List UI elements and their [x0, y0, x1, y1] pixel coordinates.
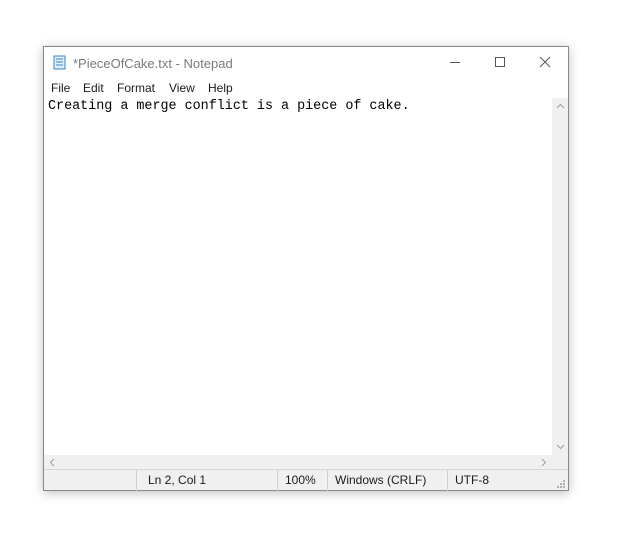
chevron-up-icon: [556, 103, 564, 109]
minimize-button[interactable]: [432, 47, 477, 77]
status-bar: Ln 2, Col 1 100% Windows (CRLF) UTF-8: [44, 469, 568, 491]
maximize-icon: [494, 57, 505, 67]
scroll-left-button[interactable]: [47, 457, 57, 467]
text-editor[interactable]: Creating a merge conflict is a piece of …: [44, 98, 552, 455]
chevron-left-icon: [49, 458, 55, 466]
menu-view[interactable]: View: [169, 81, 195, 95]
horizontal-scrollbar[interactable]: [44, 455, 552, 469]
close-icon: [539, 56, 550, 68]
notepad-app-icon: [53, 55, 66, 70]
status-encoding: UTF-8: [455, 473, 489, 487]
scroll-down-button[interactable]: [555, 442, 565, 452]
status-separator: [136, 470, 137, 491]
chevron-right-icon: [541, 458, 547, 466]
status-line-ending: Windows (CRLF): [335, 473, 427, 487]
menu-help[interactable]: Help: [208, 81, 233, 95]
scroll-right-button[interactable]: [539, 457, 549, 467]
maximize-button[interactable]: [477, 47, 522, 77]
vertical-scrollbar[interactable]: [552, 98, 568, 455]
close-button[interactable]: [522, 47, 567, 77]
status-separator: [327, 470, 328, 491]
menu-bar: File Edit Format View Help: [44, 78, 568, 98]
minimize-icon: [449, 62, 460, 63]
scrollbar-corner: [552, 455, 568, 469]
title-bar[interactable]: *PieceOfCake.txt - Notepad: [44, 47, 568, 77]
editor-content: Creating a merge conflict is a piece of …: [48, 99, 410, 114]
resize-grip-icon[interactable]: [556, 479, 566, 489]
status-separator: [447, 470, 448, 491]
menu-format[interactable]: Format: [117, 81, 155, 95]
window-title: *PieceOfCake.txt - Notepad: [73, 56, 233, 71]
status-cursor-position: Ln 2, Col 1: [148, 473, 207, 487]
chevron-down-icon: [556, 444, 564, 450]
scroll-up-button[interactable]: [555, 101, 565, 111]
status-zoom: 100%: [285, 473, 316, 487]
menu-file[interactable]: File: [51, 81, 70, 95]
status-separator: [277, 470, 278, 491]
notepad-window: *PieceOfCake.txt - Notepad File Edit For…: [43, 46, 569, 491]
menu-edit[interactable]: Edit: [83, 81, 104, 95]
